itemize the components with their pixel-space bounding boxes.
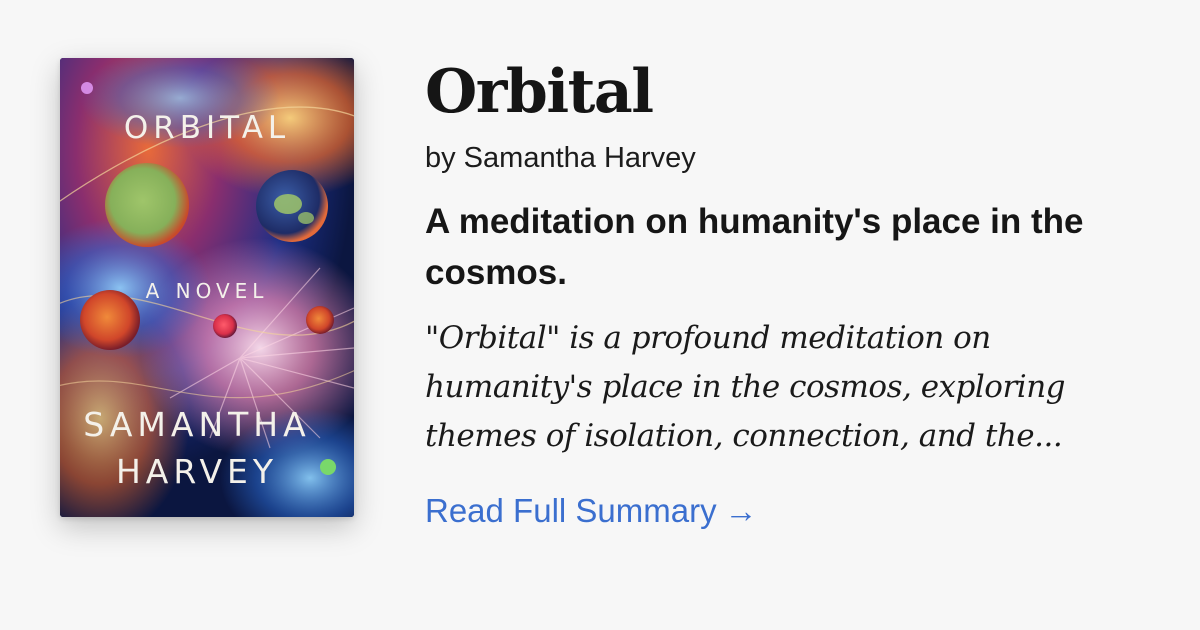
book-summary: "Orbital" is a profound meditation on hu…: [425, 320, 1066, 454]
arrow-right-icon: →: [724, 492, 758, 529]
read-full-summary-label: Read Full Summary: [425, 492, 717, 529]
cover-author-first: SAMANTHA: [83, 405, 310, 444]
cover-author-last: HARVEY: [116, 452, 278, 491]
book-author: by Samantha Harvey: [425, 142, 696, 174]
cover-artwork: ORBITAL A NOVEL SAMANTHA HARVEY: [60, 58, 354, 517]
book-card: ORBITAL A NOVEL SAMANTHA HARVEY Orbital …: [0, 0, 1200, 630]
book-info: Orbital by Samantha Harvey A meditation …: [425, 52, 1175, 531]
cover-subtitle-text: A NOVEL: [146, 279, 269, 303]
read-full-summary-link[interactable]: Read Full Summary →: [425, 491, 758, 531]
book-cover-image[interactable]: ORBITAL A NOVEL SAMANTHA HARVEY: [60, 58, 354, 517]
book-title: Orbital: [425, 57, 654, 127]
cover-title-text: ORBITAL: [124, 110, 290, 146]
book-tagline: A meditation on humanity's place in the …: [425, 202, 1084, 292]
